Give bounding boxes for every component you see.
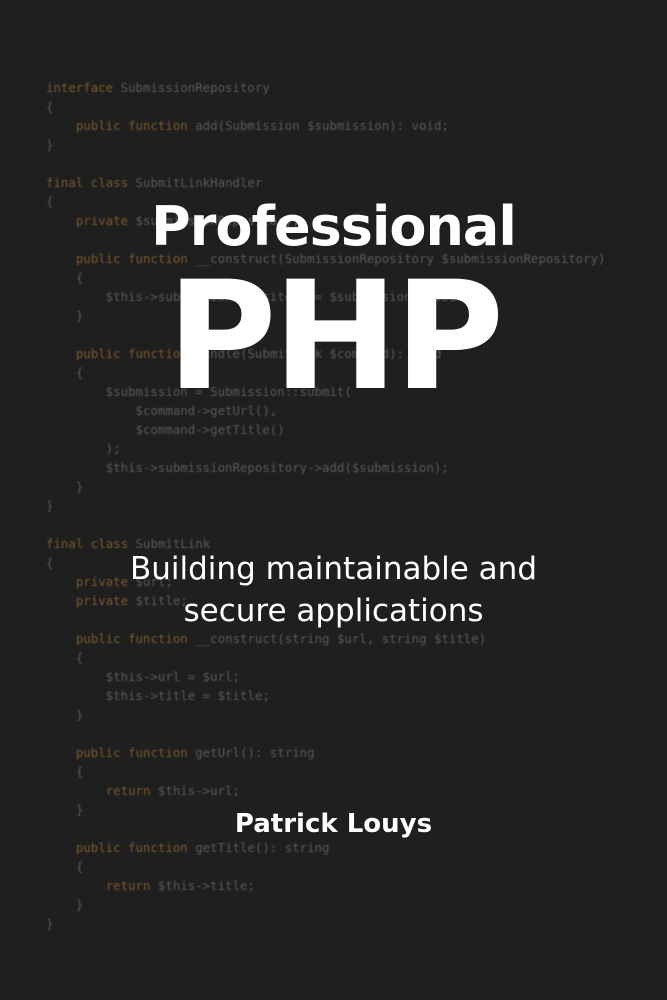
subtitle-line-2: secure applications: [183, 593, 484, 629]
code-line: interface SubmissionRepository: [46, 80, 270, 95]
subtitle-line-1: Building maintainable and: [129, 551, 537, 587]
code-line: $this->url = $url;: [46, 669, 240, 684]
code-line: }: [46, 137, 54, 152]
book-cover: interface SubmissionRepository { public f…: [0, 0, 667, 1000]
code-line: }: [46, 498, 54, 513]
code-line: }: [46, 916, 54, 931]
title-php: PHP: [166, 250, 504, 424]
code-line: final class SubmitLinkHandler: [46, 175, 263, 190]
code-line: return $this->url;: [105, 783, 240, 798]
code-line: {: [46, 859, 84, 874]
code-line: public function add(Submission $submissi…: [75, 118, 449, 133]
code-line: $this->title = $title;: [46, 688, 270, 703]
code-line: }: [46, 897, 84, 912]
code-line: public function getUrl(): string: [75, 745, 315, 760]
code-line: {: [46, 764, 84, 779]
code-line: }: [46, 479, 84, 494]
subtitle: Building maintainable and secure applica…: [0, 548, 667, 632]
author-name: Patrick Louys: [234, 809, 433, 839]
code-line: {: [46, 650, 84, 665]
code-line: {: [46, 99, 54, 114]
code-line: $this->submissionRepository->add($submis…: [46, 460, 449, 475]
code-line: );: [46, 441, 121, 456]
code-line: }: [46, 707, 84, 722]
code-line: return $this->title;: [105, 878, 255, 893]
